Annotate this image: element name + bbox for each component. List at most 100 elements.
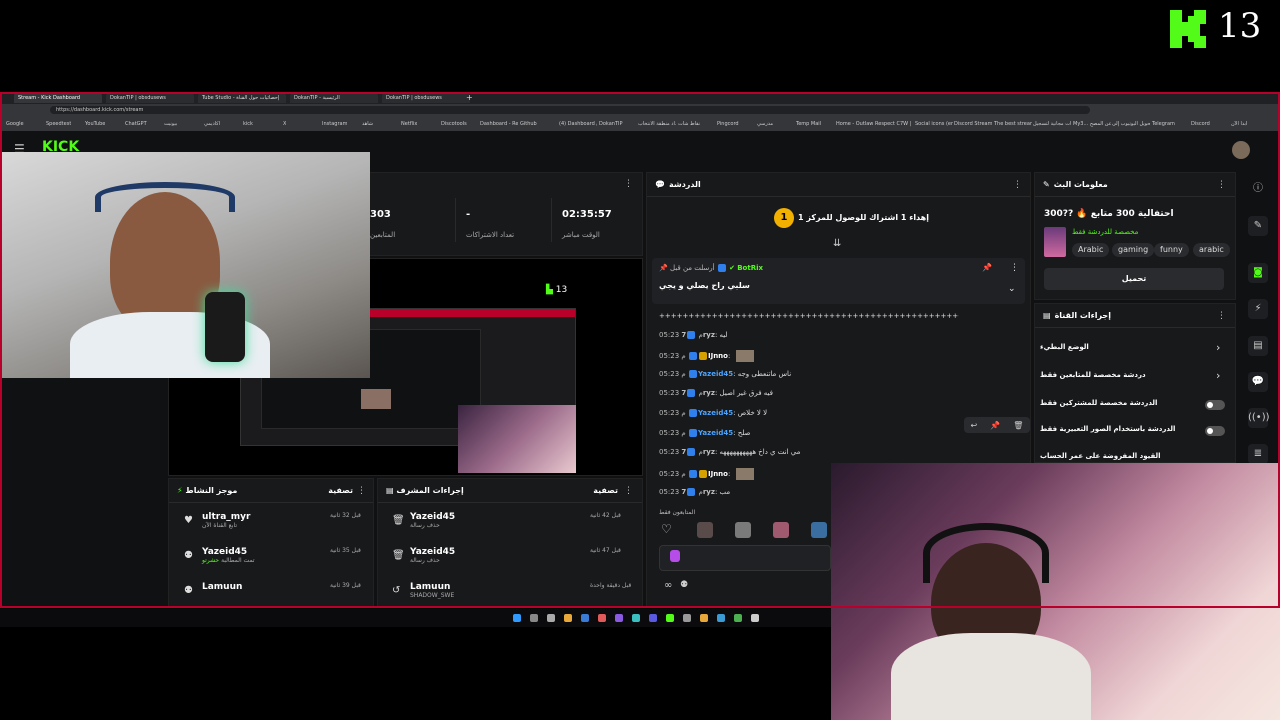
activity-filter-button[interactable]: تصفية xyxy=(328,486,353,495)
browser-tab[interactable]: DokanTIP | obsdusews xyxy=(382,93,470,103)
users-icon[interactable]: ⚉ xyxy=(680,580,688,590)
activity-username[interactable]: Lamuun xyxy=(202,582,242,592)
stack-icon[interactable]: ≣ xyxy=(1248,444,1268,464)
activity-row[interactable]: Lamuun xyxy=(202,582,242,592)
activity-row[interactable]: Yazeid45 حذف رسالة xyxy=(410,547,455,564)
chat-message[interactable]: 05:23 م 7ryz: مب xyxy=(659,488,730,496)
activity-username[interactable]: Lamuun xyxy=(410,582,454,592)
delete-icon[interactable]: 🗑 xyxy=(1013,421,1023,430)
app-icon[interactable] xyxy=(666,614,674,622)
bookmark[interactable]: My3... عن المصح MP3 xyxy=(1073,121,1111,127)
mod-filter-button[interactable]: تصفية xyxy=(593,486,618,495)
channel-action-row[interactable]: الوضع البطيء xyxy=(1040,343,1228,357)
chevron-down-icon[interactable]: ⌄ xyxy=(1008,284,1016,294)
bookmark[interactable]: تحويل اليوتيوب إلى xyxy=(1112,121,1150,127)
bookmark[interactable]: Dashboard - Restrea... xyxy=(480,121,518,127)
chevron-right-icon[interactable]: › xyxy=(1216,369,1220,382)
app-icon[interactable] xyxy=(683,614,691,622)
unpin-icon[interactable]: 📌 xyxy=(982,263,992,272)
app-icon[interactable] xyxy=(632,614,640,622)
bookmark[interactable]: مدرسي xyxy=(757,121,773,127)
bookmark[interactable]: Social icons (emoji) xyxy=(915,121,953,127)
browser-tab[interactable]: Stream - Kick Dashboard xyxy=(14,93,102,103)
user-avatar[interactable] xyxy=(1232,141,1250,159)
bookmark[interactable]: ChatGPT xyxy=(125,121,147,127)
chrome-icon[interactable] xyxy=(734,614,742,622)
more-icon[interactable]: ⋮ xyxy=(624,179,633,189)
activity-row[interactable]: Yazeid45 تمت المطالبة حشرتو xyxy=(202,547,255,564)
activity-row[interactable]: Lamuun SHADOW_SWE xyxy=(410,582,454,599)
bookmark[interactable]: شاهد xyxy=(362,121,373,127)
emote[interactable] xyxy=(697,522,713,538)
app-icon[interactable] xyxy=(700,614,708,622)
url-field[interactable]: https://dashboard.kick.com/stream xyxy=(50,106,1090,114)
bookmark[interactable]: Github xyxy=(520,121,537,127)
pinned-more-icon[interactable]: ⋮ xyxy=(1010,263,1019,273)
pin-icon[interactable]: 📌 xyxy=(990,421,1000,430)
chat-icon[interactable]: 💬 xyxy=(1248,372,1268,392)
app-icon[interactable] xyxy=(581,614,589,622)
info-icon[interactable]: ⓘ xyxy=(1248,179,1268,199)
bookmark[interactable]: Temp Mail xyxy=(796,121,821,127)
app-icon[interactable] xyxy=(598,614,606,622)
bookmark[interactable]: The best streaming... xyxy=(994,121,1032,127)
activity-username[interactable]: Yazeid45 xyxy=(202,547,255,557)
collapse-icon[interactable]: ⇊ xyxy=(833,238,841,249)
bookmark[interactable]: إعداد منطقة الانتخاب... xyxy=(638,121,676,127)
app-icon[interactable] xyxy=(615,614,623,622)
emote[interactable] xyxy=(811,522,827,538)
app-icon[interactable] xyxy=(751,614,759,622)
message-username[interactable]: Yazeid45 xyxy=(698,370,733,378)
bookmark[interactable]: ابدأ الآن xyxy=(1231,121,1247,127)
bookmark[interactable]: بيونيت xyxy=(164,121,177,127)
browser-tab[interactable]: DokanTIP | obsdusews xyxy=(106,93,194,103)
chat-more-icon[interactable]: ⋮ xyxy=(1013,180,1022,190)
chat-message[interactable]: 05:23 م 7ryz: مي انت ي داخ ههههههههههه xyxy=(659,448,800,456)
bookmark[interactable]: Discord xyxy=(1191,121,1210,127)
discord-icon[interactable] xyxy=(649,614,657,622)
bookmark[interactable]: Home - Outlaw xyxy=(836,121,873,127)
browser-tab[interactable]: Tube Studio - إحصائيات حول القناة xyxy=(198,93,286,103)
search-icon[interactable] xyxy=(530,614,538,622)
bookmark[interactable]: Discotools xyxy=(441,121,467,127)
activity-more-icon[interactable]: ⋮ xyxy=(357,486,366,496)
chat-message[interactable]: 05:23 م 7ryz: فيه فرق غير اصيل xyxy=(659,389,773,397)
toggle-switch[interactable] xyxy=(1205,426,1225,436)
toggle-switch[interactable] xyxy=(1205,400,1225,410)
heart-icon[interactable]: ♡ xyxy=(661,522,672,536)
stream-info-more-icon[interactable]: ⋮ xyxy=(1217,180,1226,190)
chat-message[interactable]: 05:23 م IJnno: xyxy=(659,350,754,362)
activity-row[interactable]: Yazeid45 حذف رسالة xyxy=(410,512,455,529)
emote[interactable] xyxy=(735,522,751,538)
chat-message[interactable]: 05:23 م Yazeid45: ناس ماتنعطى وجه xyxy=(659,370,791,378)
chevron-right-icon[interactable]: › xyxy=(1216,341,1220,354)
activity-row[interactable]: ultra_myr تابع القناة الآن xyxy=(202,512,251,529)
bookmark[interactable]: kick xyxy=(243,121,253,127)
bookmark[interactable]: بيانات مجانية لتسجيل xyxy=(1033,121,1071,127)
bookmark[interactable]: أكاديمي xyxy=(204,121,220,127)
broadcast-icon[interactable]: ((•)) xyxy=(1248,408,1270,428)
category-name[interactable]: مخصصة للدردشة فقط xyxy=(1072,228,1138,236)
chat-message[interactable]: 05:23 م IJnno: xyxy=(659,468,754,480)
notes-icon[interactable]: ▤ xyxy=(1248,336,1268,356)
message-username[interactable]: IJnno xyxy=(708,352,728,360)
chat-message[interactable]: ++++++++++++++++++++++++++++++++++++++++… xyxy=(659,312,959,320)
chat-message[interactable]: 05:23 م Yazeid45: لا لا خلاص xyxy=(659,409,767,417)
activity-username[interactable]: Yazeid45 xyxy=(410,547,455,557)
bookmark[interactable]: X xyxy=(283,121,286,127)
bookmark[interactable]: Google xyxy=(6,121,24,127)
activity-username[interactable]: ultra_myr xyxy=(202,512,251,522)
reply-icon[interactable]: ↩ xyxy=(971,421,978,430)
explorer-icon[interactable] xyxy=(564,614,572,622)
message-username[interactable]: Yazeid45 xyxy=(698,409,733,417)
bookmark[interactable]: Netflix xyxy=(401,121,417,127)
channel-action-row[interactable]: دردشة مخصصة للمتابعين فقط xyxy=(1040,371,1228,385)
bookmark[interactable]: Discord StreamKit O... xyxy=(954,121,992,127)
browser-tab[interactable]: DokanTIP - الرئيسية xyxy=(290,93,378,103)
start-icon[interactable] xyxy=(513,614,521,622)
edit-stream-button[interactable]: تحميل xyxy=(1044,268,1224,290)
camera-icon[interactable]: ◙ xyxy=(1248,263,1268,283)
bookmark[interactable]: YouTube xyxy=(85,121,105,127)
bookmark[interactable]: Pingcord xyxy=(717,121,739,127)
channel-action-row[interactable]: الدردشة مخصصة للمشتركين فقط xyxy=(1040,399,1228,413)
